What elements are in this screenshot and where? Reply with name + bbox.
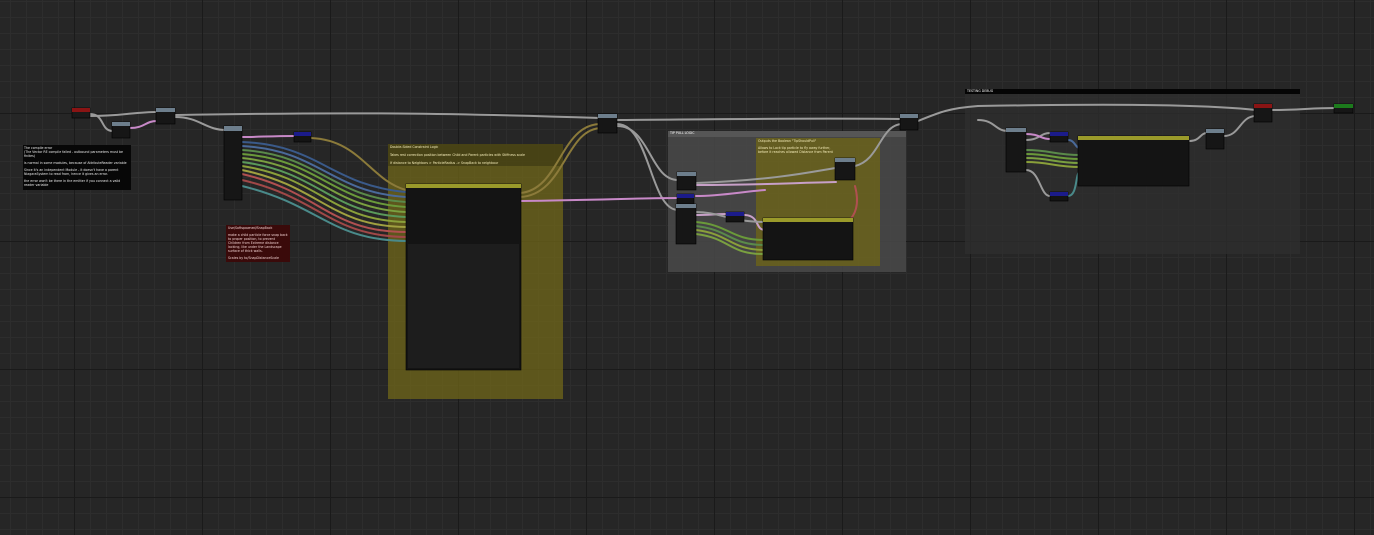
- testing-group-title: TESTING DEBUG: [967, 89, 994, 93]
- tip-group-title: TIP PULL LOGIC: [670, 131, 695, 135]
- function-node-4[interactable]: [676, 171, 697, 191]
- function-node-5[interactable]: [834, 157, 856, 181]
- blue-param-node-2[interactable]: [676, 193, 695, 205]
- blue-param-node-5[interactable]: [1049, 191, 1069, 202]
- function-node-1[interactable]: [111, 121, 131, 139]
- node-graph-canvas[interactable]: [0, 0, 1374, 535]
- tip-inner-line-2: before it reaches allowed Distance from …: [758, 150, 833, 154]
- custom-hlsl-node-constraint[interactable]: [405, 183, 522, 371]
- blue-param-node-3[interactable]: [725, 211, 745, 223]
- custom-hlsl-node-testing[interactable]: [1077, 135, 1190, 187]
- tip-inner-title: Outputs the Boolean "TipShouldPull": [758, 139, 817, 143]
- function-node-3[interactable]: [597, 113, 618, 134]
- event-node-start[interactable]: [71, 107, 91, 119]
- snapback-title: Use/Softspawned/SnapBack: [228, 226, 273, 230]
- map-get-node[interactable]: [223, 125, 243, 201]
- compile-line-5: the error won't be there in the emitter …: [24, 179, 121, 187]
- map-get-node-2[interactable]: [675, 203, 697, 245]
- compile-line-3: is normal in some modules, because of At…: [24, 161, 127, 165]
- constraint-line-1: Takes rest correction position between C…: [390, 153, 525, 157]
- constraint-title: Double-Sided Constraint Logic: [390, 145, 439, 149]
- constraint-group-text: Double-Sided Constraint Logic Takes rest…: [390, 145, 560, 165]
- constraint-line-2: If distance to Neighbors > ParticleRadiu…: [390, 161, 499, 165]
- snapback-line-2: Scales by to/SnapDistanceScale: [228, 256, 279, 260]
- blue-param-node-4[interactable]: [1049, 131, 1069, 143]
- compile-line-2: (The Vector RE compile failed - outbound…: [24, 150, 123, 158]
- function-node-7[interactable]: [1205, 128, 1225, 150]
- output-node-green[interactable]: [1333, 103, 1354, 114]
- event-node-red-right[interactable]: [1253, 103, 1273, 123]
- comment-snapback-text: Use/Softspawned/SnapBack make a child pa…: [228, 226, 288, 260]
- comment-compile-text: The compile error (The Vector RE compile…: [24, 146, 130, 187]
- compile-line-4: Since it's an independent Module - it do…: [24, 168, 119, 176]
- tip-inner-text: Outputs the Boolean "TipShouldPull" Allo…: [758, 139, 878, 154]
- custom-hlsl-node-tip[interactable]: [762, 217, 854, 261]
- snapback-line-1: make a child particle force snap back to…: [228, 233, 288, 253]
- function-node-2[interactable]: [155, 107, 176, 125]
- blue-param-node-1[interactable]: [293, 131, 312, 143]
- function-node-6[interactable]: [899, 113, 919, 131]
- map-get-node-3[interactable]: [1005, 127, 1027, 173]
